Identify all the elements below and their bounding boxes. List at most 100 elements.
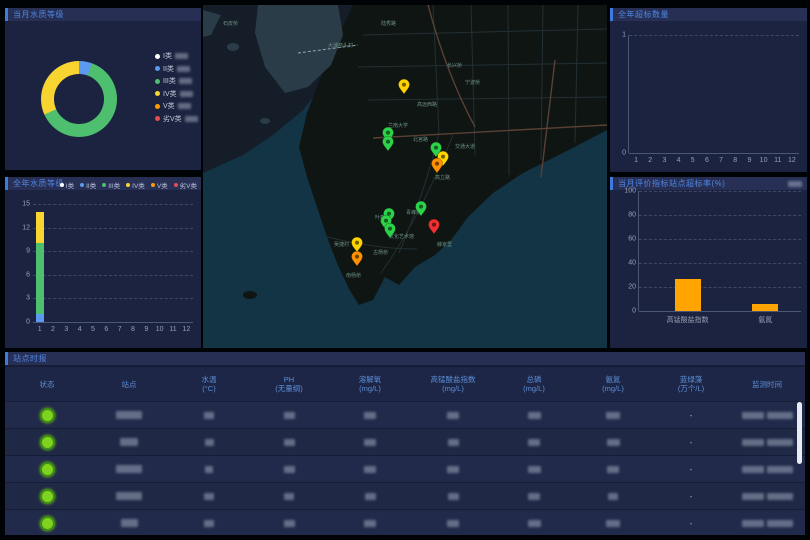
stacked-bar-segment[interactable] [36,243,44,314]
value-cell [169,412,249,419]
station-table-panel: 站点时报 状态站点水温(°C)PH(无量纲)溶解氧(mg/L)高锰酸盐指数(mg… [5,352,805,535]
table-row[interactable]: - [5,483,805,509]
rate-bar[interactable] [752,304,778,311]
column-header: 水温(°C) [169,375,249,393]
value-cell [329,439,411,446]
legend-label: 劣V类 [163,114,182,124]
value-redacted [528,466,541,473]
gridline [639,239,801,240]
x-axis-tick: 8 [131,326,135,333]
legend-item[interactable]: I类 [60,180,74,190]
panel-title: 全年超标数量 [618,9,669,20]
column-header-line1: PH [249,375,329,384]
status-ok-dot [40,516,55,531]
value-redacted [608,493,618,500]
x-axis-tick: 11 [169,326,176,333]
gridline [629,153,799,154]
value-redacted [447,466,459,473]
legend-dot [155,116,160,121]
donut-chart[interactable] [41,61,117,137]
table-row[interactable]: - [5,429,805,455]
x-axis-tick: 10 [760,157,768,164]
column-header-line1: 站点 [89,380,169,389]
status-cell [5,435,89,450]
value-cell [249,466,329,473]
column-header-line2: (mg/L) [329,384,411,393]
time-redacted [767,493,793,500]
legend-item[interactable]: III类 [102,180,120,190]
table-scrollbar[interactable] [797,402,802,464]
stacked-bar-segment[interactable] [36,212,44,243]
column-header-line1: 总磷 [495,375,573,384]
value-cell [573,493,653,500]
value-cell [249,493,329,500]
table-body: ----- [5,402,805,535]
legend-dot [155,79,160,84]
value-cell [169,439,249,446]
value-redacted [284,493,294,500]
panel-month-quality: 当月水质等级 I类II类III类IV类V类劣V类 [5,8,201,170]
legend-value-redacted [179,78,192,84]
x-axis-tick: 6 [104,326,108,333]
value-redacted [364,412,376,419]
map-panel[interactable]: 石皮桥大浦窑头村陆秀路长兴桥宁波桥高远西路兰南大学北宫路交通大道高立路青峰桥叶春… [203,5,607,348]
legend-dot [102,183,106,187]
legend-label: IV类 [163,89,177,99]
station-name-redacted [116,492,142,500]
legend-item[interactable]: IV类 [126,180,145,190]
month-rate-plot: 020406080100高锰酸盐指数氨氮 [638,191,801,311]
value-cell [495,520,573,527]
value-redacted [528,412,541,419]
x-axis-tick: 3 [64,326,68,333]
map-islet [260,118,270,124]
legend-item[interactable]: 劣V类 [174,180,197,190]
status-ok-dot [40,462,55,477]
panel-year-exceed: 全年超标数量 01123456789101112 [610,8,807,172]
legend-item[interactable]: II类 [155,63,198,76]
value-redacted [606,520,620,527]
legend-label: III类 [108,180,120,190]
legend-item[interactable]: IV类 [155,88,198,101]
legend-item[interactable]: 劣V类 [155,113,198,126]
table-row[interactable]: - [5,510,805,535]
column-header: 高锰酸盐指数(mg/L) [411,375,495,393]
y-axis-tick: 6 [26,271,33,278]
city-map[interactable]: 石皮桥大浦窑头村陆秀路长兴桥宁波桥高远西路兰南大学北宫路交通大道高立路青峰桥叶春… [203,5,607,348]
map-label: 大浦窑头村 [328,42,353,49]
column-header-line2: (mg/L) [573,384,653,393]
value-cell [411,439,495,446]
time-cell [729,439,805,446]
y-axis-tick: 9 [26,248,33,255]
table-row[interactable]: - [5,456,805,482]
year-quality-plot: 03691215123456789101112 [33,204,193,322]
value-redacted [284,520,295,527]
value-redacted [204,412,214,419]
time-redacted [767,439,793,446]
time-redacted [742,412,764,419]
legend-item[interactable]: V类 [155,100,198,113]
map-label: 古杨桥 [373,249,388,256]
station-name-redacted [120,438,138,446]
time-cell [729,493,805,500]
header-badge-redacted[interactable] [788,181,802,187]
rate-bar[interactable] [675,279,701,311]
legend-dot [151,183,155,187]
legend-item[interactable]: I类 [155,50,198,63]
stacked-bar-segment[interactable] [36,314,44,322]
map-label: 高立路 [435,174,450,181]
table-row[interactable]: - [5,402,805,428]
x-axis-tick: 7 [118,326,122,333]
column-header: 氨氮(mg/L) [573,375,653,393]
legend-item[interactable]: V类 [151,180,168,190]
station-cell [89,438,169,446]
legend-item[interactable]: II类 [80,180,96,190]
gridline [639,215,801,216]
x-axis-tick: 5 [691,157,695,164]
legend-item[interactable]: III类 [155,75,198,88]
legend-value-redacted [180,91,193,97]
value-redacted [528,520,541,527]
legend-value-redacted [185,116,198,122]
value-redacted [205,439,214,446]
column-header: 状态 [5,380,89,389]
panel-year-quality: 全年水质等级 I类II类III类IV类V类劣V类 036912151234567… [5,177,201,348]
